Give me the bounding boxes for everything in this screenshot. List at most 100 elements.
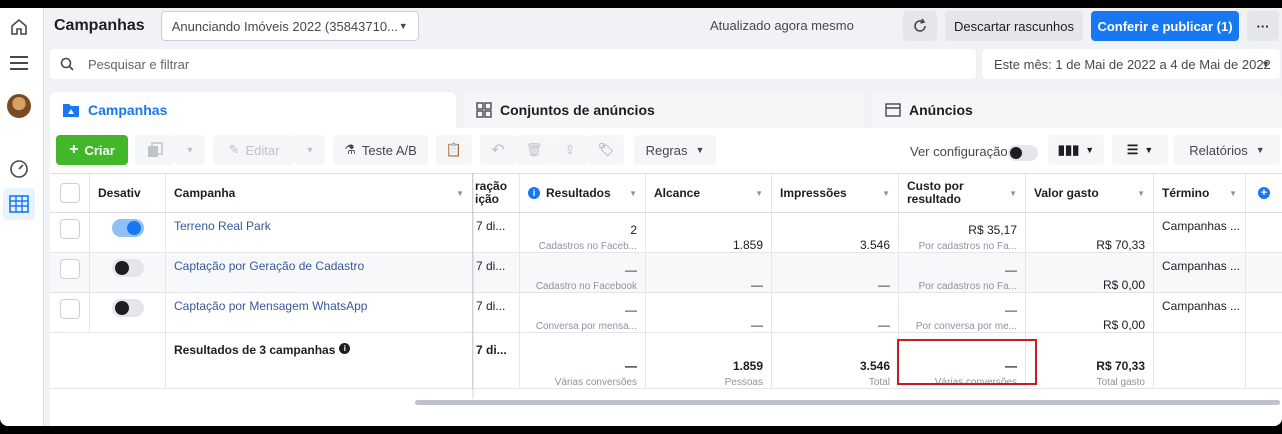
account-selector[interactable]: Anunciando Imóveis 2022 (35843710... ▼ — [160, 11, 419, 41]
rules-label: Regras — [645, 142, 688, 158]
cpr-sub: Por conversa por me... — [915, 321, 1017, 332]
undo-icon: ↶ — [491, 142, 505, 159]
spent-value: R$ 0,00 — [1102, 278, 1145, 292]
date-range-picker[interactable]: Este mês: 1 de Mai de 2022 a 4 de Mai de… — [982, 49, 1280, 79]
header-reach-label: Alcance — [654, 186, 701, 200]
add-column-button[interactable]: + — [1246, 174, 1282, 212]
horizontal-scrollbar[interactable] — [415, 400, 1280, 405]
export-button[interactable]: ⇪ — [552, 135, 588, 165]
folder-icon — [63, 104, 79, 117]
header-impressions[interactable]: Impressões ▼ — [772, 174, 899, 212]
view-config-toggle[interactable] — [1008, 145, 1038, 161]
clipboard-button[interactable]: 📋 — [436, 135, 472, 165]
edit-button[interactable]: ✎ Editar — [213, 135, 295, 165]
refresh-button[interactable] — [903, 11, 937, 41]
discard-drafts-button[interactable]: Descartar rascunhos — [945, 11, 1083, 41]
more-options-button[interactable]: ··· — [1247, 11, 1279, 41]
campaign-name-cell: Captação por Mensagem WhatsApp — [166, 293, 473, 332]
delivery-cell: 7 di... — [473, 293, 520, 332]
totals-reach-value: 1.859 — [732, 359, 763, 373]
dashboard-gauge-icon[interactable] — [6, 156, 32, 182]
header-amount-spent[interactable]: Valor gasto ▼ — [1026, 174, 1154, 212]
table-row[interactable]: Captação por Geração de Cadastro 7 di... —… — [50, 253, 1282, 293]
campaigns-panel: + Criar ▼ ✎ Editar ▼ ⚗ Teste A/B 📋 ↶ 🗑 ⇪… — [50, 128, 1282, 426]
search-input[interactable]: Pesquisar e filtrar — [88, 57, 189, 72]
header-delivery[interactable]: ração ição — [473, 174, 520, 212]
header-campaign-label: Campanha — [174, 186, 236, 200]
columns-button[interactable]: ▮▮▮ ▼ — [1048, 135, 1104, 165]
row-checkbox[interactable] — [59, 299, 80, 319]
totals-end — [1154, 333, 1246, 388]
totals-spent-value: R$ 70,33 — [1096, 359, 1145, 373]
info-icon[interactable]: i — [339, 343, 351, 354]
columns-icon: ▮▮▮ — [1057, 142, 1080, 157]
header-end[interactable]: Término ▼ — [1154, 174, 1246, 212]
header-toggle[interactable]: Desativ — [90, 174, 166, 212]
avatar[interactable] — [6, 93, 32, 119]
spent-cell: R$ 0,00 — [1026, 293, 1154, 332]
campaign-toggle[interactable] — [111, 299, 144, 317]
info-icon: i — [528, 187, 540, 199]
select-all-checkbox[interactable] — [59, 183, 80, 203]
end-cell: Campanhas ... — [1154, 293, 1246, 332]
campaign-name-link[interactable]: Captação por Geração de Cadastro — [174, 259, 364, 273]
header-cost-per-result[interactable]: Custo por resultado ▼ — [899, 174, 1026, 212]
reach-value: — — [751, 278, 763, 292]
tab-ads[interactable]: Anúncios — [873, 92, 1282, 128]
campaign-name-link[interactable]: Captação por Mensagem WhatsApp — [174, 299, 367, 313]
view-config-label: Ver configuração — [910, 144, 1008, 159]
row-toggle-cell — [90, 253, 166, 292]
sort-icon: ▼ — [1137, 188, 1145, 198]
campaign-toggle[interactable] — [111, 219, 144, 237]
header-campaign[interactable]: Campanha ▼ — [166, 174, 473, 212]
campaign-toggle[interactable] — [111, 259, 144, 277]
table-row[interactable]: Terreno Real Park 7 di... 2 Cadastros no Fa… — [50, 213, 1282, 253]
totals-reach: 1.859 Pessoas — [646, 333, 772, 388]
search-bar[interactable]: Pesquisar e filtrar — [50, 49, 976, 79]
create-button[interactable]: + Criar — [56, 135, 128, 165]
ab-test-button[interactable]: ⚗ Teste A/B — [333, 135, 428, 165]
totals-spent-sub: Total gasto — [1096, 377, 1145, 388]
campaigns-table-icon[interactable] — [3, 188, 35, 220]
ads-manager-screen: Campanhas Anunciando Imóveis 2022 (35843… — [0, 8, 1282, 426]
duplicate-button[interactable] — [135, 135, 175, 165]
spent-value: R$ 70,33 — [1096, 238, 1145, 252]
header-reach[interactable]: Alcance ▼ — [646, 174, 772, 212]
header-spent-label: Valor gasto — [1034, 186, 1099, 200]
totals-results-value: — — [625, 359, 637, 373]
totals-label: Resultados de 3 campanhas i — [166, 333, 473, 388]
spent-cell: R$ 0,00 — [1026, 253, 1154, 292]
table-row[interactable]: Captação por Mensagem WhatsApp 7 di... — Co… — [50, 293, 1282, 333]
header-results[interactable]: i Resultados ▼ — [520, 174, 646, 212]
cpr-value: — — [1005, 303, 1017, 317]
duplicate-dropdown[interactable]: ▼ — [175, 135, 205, 165]
tab-ad-sets[interactable]: Conjuntos de anúncios — [464, 92, 865, 128]
delete-button[interactable]: 🗑 — [516, 135, 552, 165]
reports-button[interactable]: Relatórios ▼ — [1174, 135, 1280, 165]
totals-impressions-value: 3.546 — [859, 359, 890, 373]
highlight-box — [897, 339, 1037, 385]
tag-button[interactable]: 🏷 — [588, 135, 624, 165]
reach-value: 1.859 — [732, 238, 763, 252]
breakdown-button[interactable]: ☰ ▼ — [1112, 135, 1168, 165]
row-checkbox[interactable] — [59, 219, 80, 239]
tab-label: Anúncios — [909, 102, 973, 118]
tab-campaigns[interactable]: Campanhas — [50, 92, 456, 128]
menu-icon[interactable] — [6, 50, 32, 76]
row-checkbox[interactable] — [59, 259, 80, 279]
row-toggle-cell — [90, 293, 166, 332]
reach-cell: — — [646, 253, 772, 292]
cpr-cell: R$ 35,17 Por cadastros no Fa... — [899, 213, 1026, 252]
breakdown-icon: ☰ — [1126, 142, 1139, 157]
toggle-knob — [1010, 147, 1022, 159]
header-end-label: Término — [1162, 186, 1210, 200]
home-icon[interactable] — [6, 14, 32, 40]
results-value: 2 — [630, 223, 637, 237]
undo-button[interactable]: ↶ — [480, 135, 516, 165]
totals-row: Resultados de 3 campanhas i 7 di... — Vár… — [50, 333, 1282, 389]
impressions-cell: — — [772, 253, 899, 292]
review-publish-button[interactable]: Conferir e publicar (1) — [1091, 11, 1239, 41]
edit-dropdown[interactable]: ▼ — [295, 135, 325, 165]
rules-button[interactable]: Regras ▼ — [634, 135, 716, 165]
campaign-name-link[interactable]: Terreno Real Park — [174, 219, 271, 233]
